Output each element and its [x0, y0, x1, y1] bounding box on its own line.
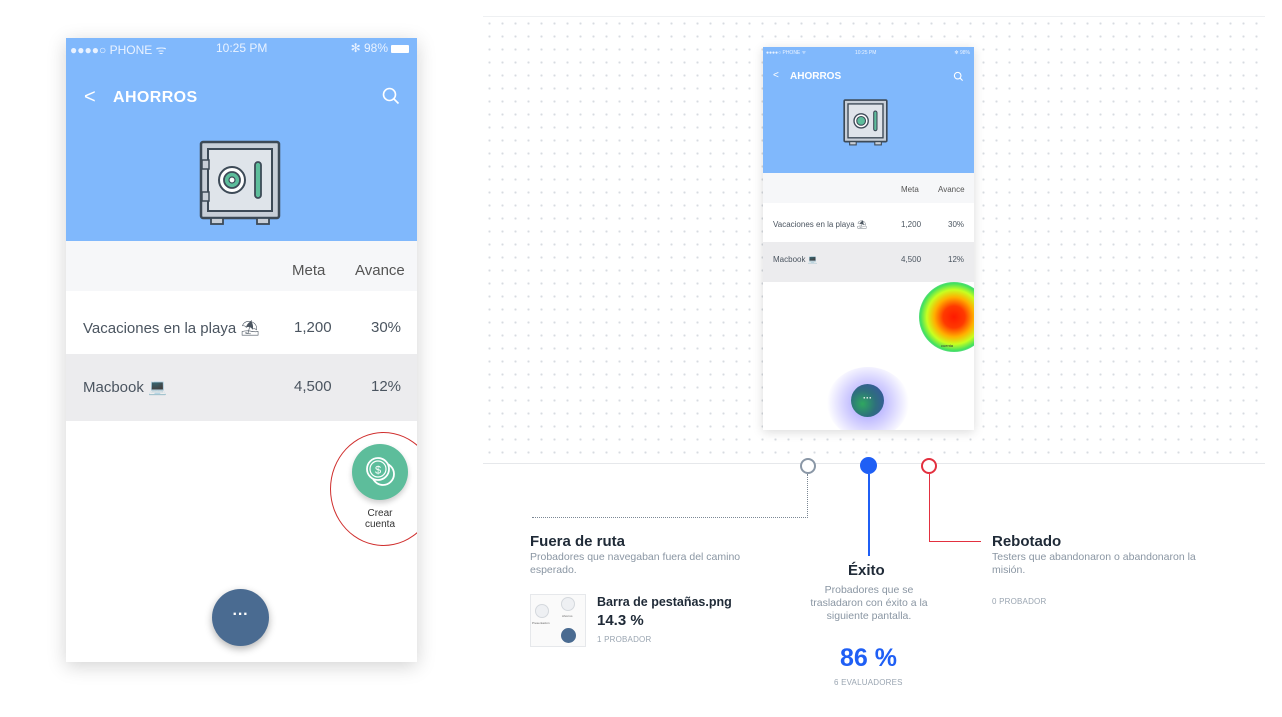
row-name: Vacaciones en la playa ⛱	[83, 320, 260, 337]
mini-carrier: ●●●●○ PHONE ᯤ	[766, 50, 807, 56]
row-goal: 4,500	[294, 378, 332, 395]
off-route-connector	[807, 474, 808, 518]
mini-more-button: ···	[851, 384, 884, 417]
mini-table-row: Macbook 💻 4,500 12%	[763, 242, 974, 282]
bounced-count: 0 PROBADOR	[992, 597, 1047, 606]
column-header-progress: Avance	[355, 262, 405, 279]
thumb-presentation-icon	[535, 604, 549, 618]
thumb-savings-icon	[561, 597, 575, 611]
mini-back-icon: <	[773, 70, 779, 81]
mini-safe-icon	[843, 99, 888, 151]
thumb-label: Ahorros	[562, 614, 573, 618]
mini-row-goal: 4,500	[901, 255, 922, 264]
create-label-line2: cuenta	[364, 519, 396, 530]
more-options-button[interactable]: ···	[212, 589, 269, 646]
mini-clock: 10:25 PM	[855, 50, 877, 56]
column-header-goal: Meta	[292, 262, 326, 279]
thumb-label: Presentación	[532, 621, 550, 625]
off-route-title: Fuera de ruta	[530, 533, 626, 550]
create-label-line1: Crear	[367, 508, 393, 519]
battery-icon	[391, 44, 409, 53]
bounced-title: Rebotado	[992, 533, 1062, 550]
mini-table-row: Vacaciones en la playa ⛱ 1,200 30%	[763, 203, 974, 243]
svg-text:$: $	[375, 465, 381, 477]
off-route-description: Probadores que navegaban fuera del camin…	[530, 551, 741, 576]
battery-label: ✻ 98%	[350, 41, 388, 55]
off-route-connector-horizontal	[532, 517, 808, 518]
table-header: Meta Avance	[66, 241, 417, 291]
mini-row-progress: 30%	[948, 220, 965, 229]
create-account-button[interactable]: $	[352, 444, 408, 500]
success-connector	[868, 474, 870, 556]
off-route-node[interactable]	[800, 458, 816, 474]
back-button[interactable]: <	[84, 86, 96, 109]
bounced-node[interactable]	[921, 458, 937, 474]
mini-header: ●●●●○ PHONE ᯤ 10:25 PM ✻ 98% < AHORROS	[763, 47, 974, 173]
mini-row-name: Macbook 💻	[773, 255, 818, 264]
row-name: Macbook 💻	[83, 379, 167, 396]
mini-title: AHORROS	[790, 71, 842, 82]
table-row[interactable]: Macbook 💻 4,500 12%	[66, 354, 417, 421]
status-bar: ●●●●○ PHONE ᯤ 10:25 PM ✻ 98%	[66, 38, 417, 57]
success-description: Probadores que se trasladaron con éxito …	[810, 584, 928, 622]
mini-battery: ✻ 98%	[954, 50, 970, 56]
thumb-more-icon	[561, 628, 576, 643]
mini-search-icon	[953, 69, 964, 87]
table-row[interactable]: Vacaciones en la playa ⛱ 1,200 30%	[66, 291, 417, 358]
battery-indicator: ✻ 98%	[351, 41, 409, 55]
mini-row-progress: 12%	[948, 255, 965, 264]
row-progress: 30%	[371, 319, 402, 336]
screen-thumbnail[interactable]: Presentación Ahorros	[530, 594, 586, 647]
heatmap-label: cuenta	[941, 343, 954, 348]
phone-screen: ●●●●○ PHONE ᯤ 10:25 PM ✻ 98% < AHORROS M…	[66, 38, 417, 662]
off-route-count: 1 PROBADOR	[597, 635, 652, 644]
row-progress: 12%	[371, 378, 402, 395]
success-percent: 86 %	[840, 644, 897, 672]
mini-row-goal: 1,200	[901, 220, 922, 229]
heatmap-hotspot-create	[919, 282, 974, 352]
mini-table-header: Meta Avance	[763, 173, 974, 203]
screen-file-name[interactable]: Barra de pestañas.png	[597, 595, 732, 609]
mini-header-goal: Meta	[901, 185, 919, 194]
create-account-label: Crear cuenta	[352, 508, 408, 530]
success-title: Éxito	[848, 562, 885, 579]
success-node[interactable]	[860, 457, 877, 474]
savings-header: < AHORROS	[66, 56, 417, 241]
search-icon[interactable]	[381, 86, 401, 111]
mini-row-name: Vacaciones en la playa ⛱	[773, 220, 868, 229]
bounced-connector-horizontal	[929, 541, 981, 542]
row-goal: 1,200	[294, 319, 332, 336]
screen-preview-heatmap[interactable]: ●●●●○ PHONE ᯤ 10:25 PM ✻ 98% < AHORROS M…	[763, 47, 974, 430]
bounced-connector	[929, 474, 930, 542]
success-count: 6 EVALUADORES	[834, 678, 903, 687]
bounced-description: Testers que abandonaron o abandonaron la…	[992, 551, 1196, 576]
coins-icon: $	[366, 457, 395, 486]
safe-icon	[199, 140, 281, 231]
clock-label: 10:25 PM	[216, 41, 268, 55]
off-route-percent: 14.3 %	[597, 612, 644, 629]
mini-header-progress: Avance	[938, 185, 965, 194]
page-title: AHORROS	[113, 89, 198, 106]
